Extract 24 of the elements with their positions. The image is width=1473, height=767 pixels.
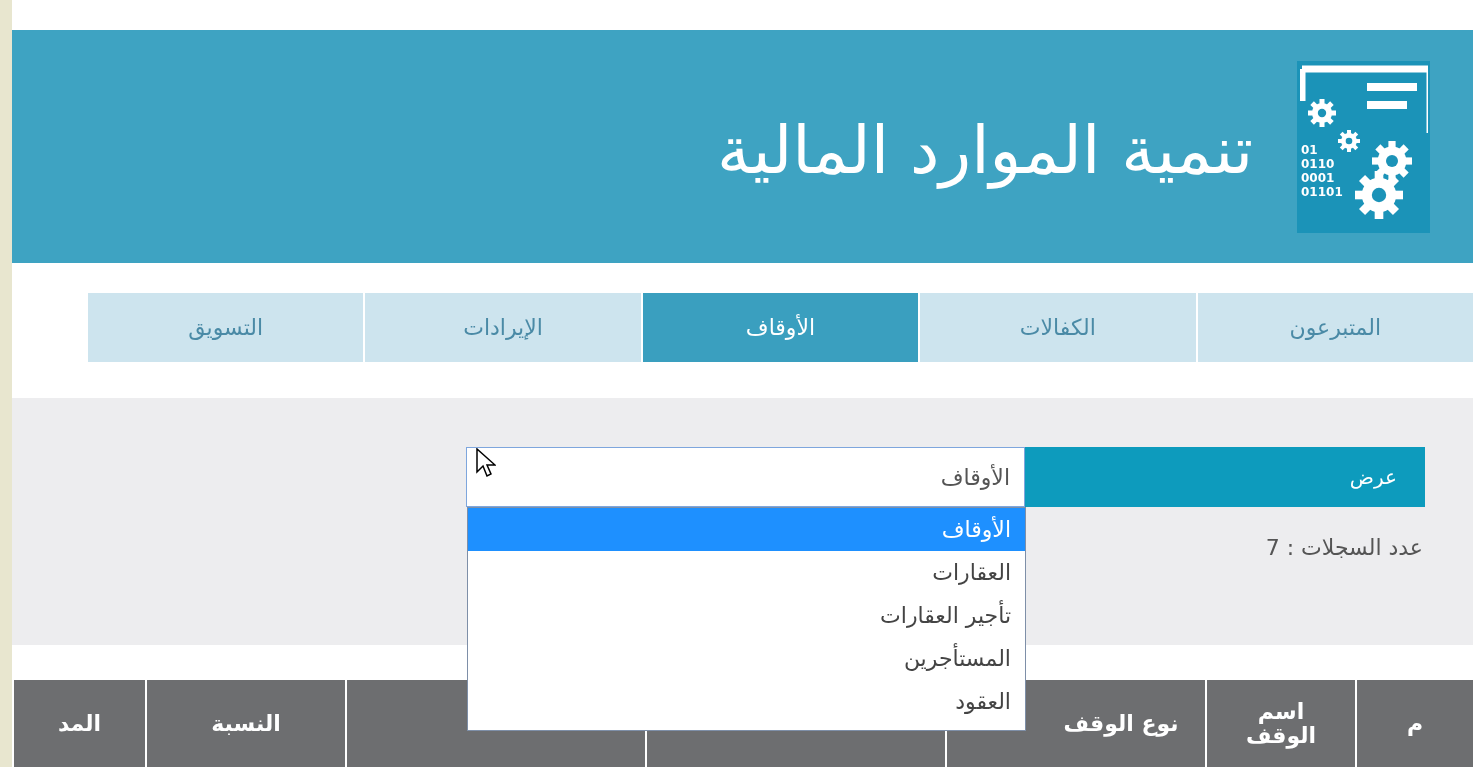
nav-tab[interactable]: الكفالات [920,293,1196,362]
cursor-icon [476,448,496,478]
filter-label: عرض [1025,447,1425,507]
column-header: م [1406,711,1424,736]
binary-text: 01101 [1301,184,1343,199]
dropdown-option[interactable]: تأجير العقارات [468,594,1025,637]
dropdown-option[interactable]: العقارات [468,551,1025,594]
nav-tab[interactable]: الأوقاف [642,293,919,362]
binary-text: 0001 [1301,170,1336,185]
column-header: اسم الوقف [1244,699,1318,748]
dropdown-option[interactable]: العقود [468,680,1025,723]
dropdown-option[interactable]: المستأجرين [468,637,1025,680]
column-header: نوع الوقف [1063,711,1179,736]
binary-text: 0110 [1301,156,1336,171]
page-title: تنمية الموارد المالية [716,111,1253,192]
column-header: المد [57,711,102,736]
select-field[interactable]: الأوقاف [466,447,1025,507]
column-header: النسبة [211,711,281,736]
nav-tab[interactable]: المتبرعون [1197,293,1473,362]
nav-tab[interactable]: التسويق [87,293,364,362]
binary-text: 01 [1301,142,1319,157]
dropdown-option[interactable]: الأوقاف [468,508,1025,551]
nav-tab[interactable]: الإيرادات [365,293,641,362]
record-count: عدد السجلات : 7 [1264,534,1424,562]
